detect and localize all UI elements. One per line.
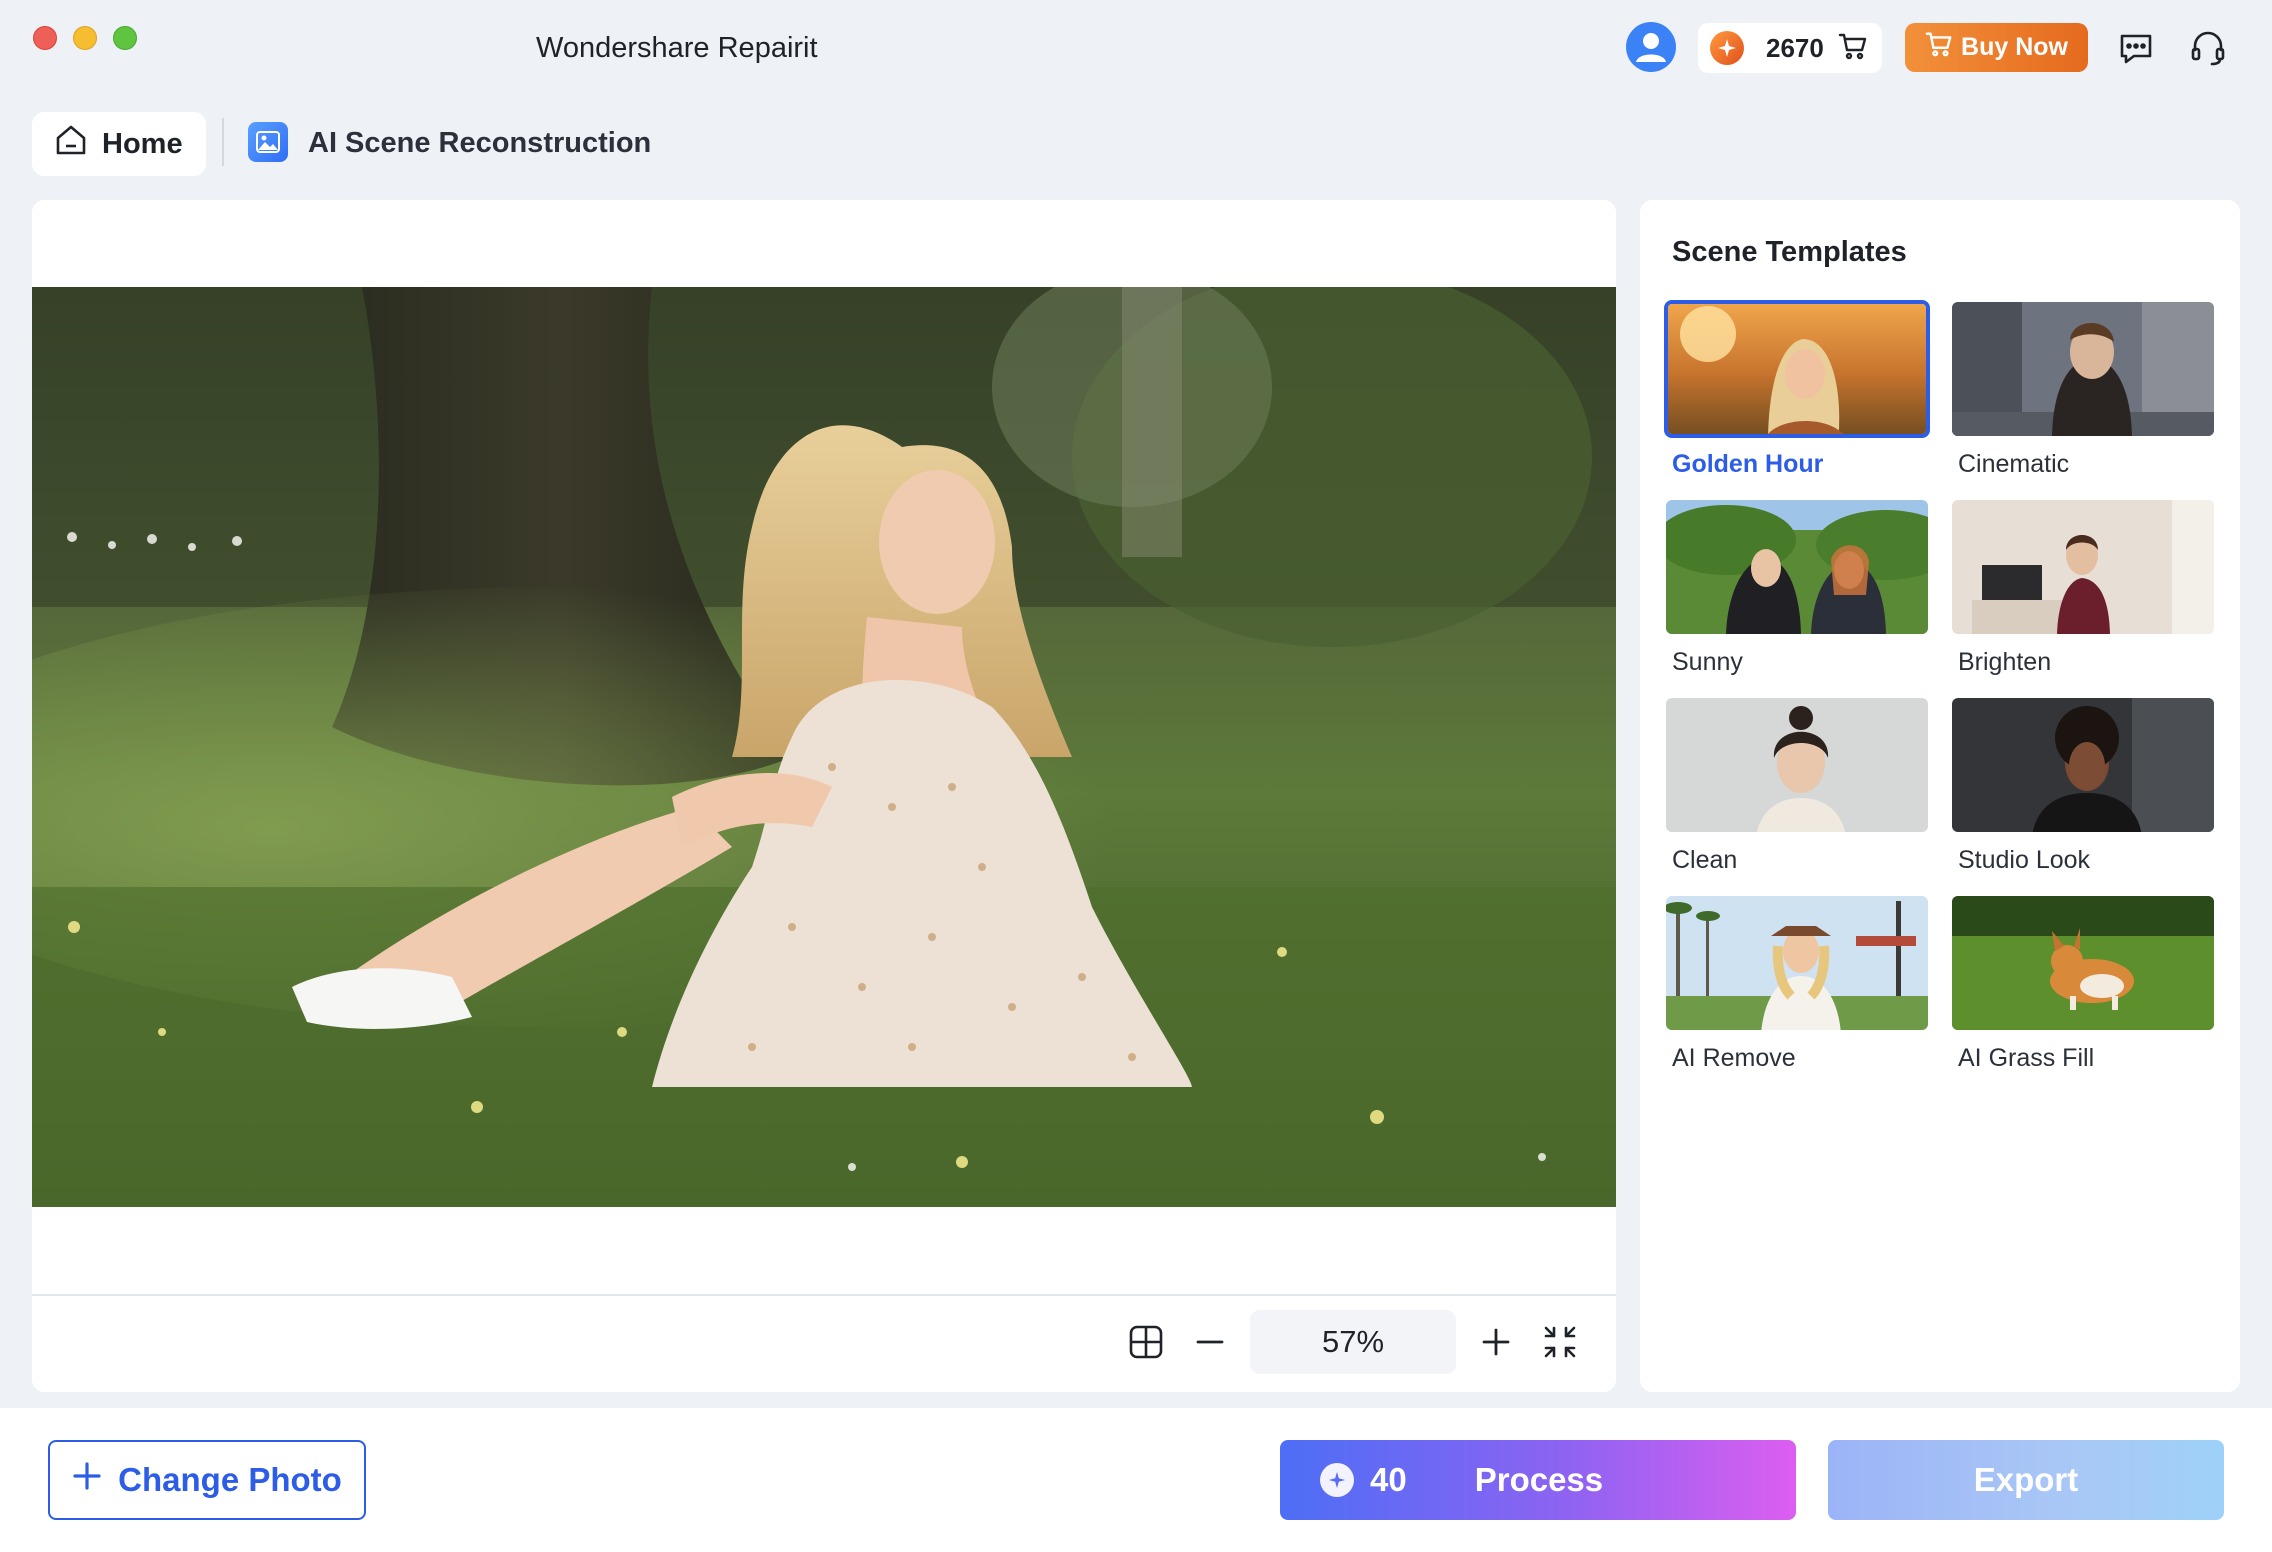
template-thumbnail [1950,894,2216,1032]
template-thumbnail [1950,696,2216,834]
template-ai-grass-fill[interactable]: AI Grass Fill [1950,894,2216,1073]
template-label: Clean [1672,846,1738,874]
credit-balance[interactable]: 2670 [1698,23,1882,73]
template-label: Studio Look [1958,846,2091,874]
template-label: AI Remove [1672,1044,1796,1072]
template-thumbnail [1950,300,2216,438]
page-title: AI Scene Reconstruction [308,127,652,159]
export-button[interactable]: Export [1828,1440,2224,1520]
canvas-divider [32,1294,1616,1296]
template-label: Golden Hour [1672,450,1824,478]
compare-view-icon[interactable] [1124,1320,1168,1364]
template-label: Sunny [1672,648,1743,676]
scene-templates-panel: Scene Templates Golden Hour Cinematic Su… [1640,200,2240,1392]
title-bar: Wondershare Repairit 2670 Buy Now [0,0,2272,100]
change-photo-label: Change Photo [118,1461,342,1498]
template-thumbnail [1950,498,2216,636]
user-avatar-icon[interactable] [1626,22,1676,72]
panel-title: Scene Templates [1672,236,1907,268]
template-brighten[interactable]: Brighten [1950,498,2216,677]
window-minimize-button[interactable] [73,26,97,50]
buy-now-label: Buy Now [1961,33,2068,61]
preview-canvas: 57% [32,200,1616,1392]
window-maximize-button[interactable] [113,26,137,50]
process-label: Process [1474,1461,1604,1498]
template-thumbnail [1664,498,1930,636]
window-close-button[interactable] [33,26,57,50]
template-clean[interactable]: Clean [1664,696,1930,875]
template-label: Brighten [1958,648,2052,676]
cart-icon[interactable] [1838,31,1868,66]
bottom-action-bar: Change Photo 40 Process Export [0,1408,2272,1552]
chat-icon[interactable] [2114,26,2158,70]
template-label: AI Grass Fill [1958,1044,2095,1072]
credit-coin-icon [1710,31,1744,65]
process-button[interactable]: 40 Process [1280,1440,1796,1520]
template-thumbnail [1664,300,1930,438]
credit-count: 2670 [1766,32,1824,63]
cart-icon [1925,30,1953,65]
template-sunny[interactable]: Sunny [1664,498,1930,677]
template-label: Cinematic [1958,450,2070,478]
template-thumbnail [1664,696,1930,834]
zoom-out-icon[interactable] [1188,1320,1232,1364]
home-icon [54,123,88,165]
zoom-level: 57% [1250,1310,1456,1374]
zoom-in-icon[interactable] [1474,1320,1518,1364]
buy-now-button[interactable]: Buy Now [1905,23,2088,72]
headset-support-icon[interactable] [2186,26,2230,70]
template-golden-hour[interactable]: Golden Hour [1664,300,1930,479]
fit-screen-icon[interactable] [1538,1320,1582,1364]
template-thumbnail [1664,894,1930,1032]
home-label: Home [102,127,183,160]
template-studio-look[interactable]: Studio Look [1950,696,2216,875]
template-cinematic[interactable]: Cinematic [1950,300,2216,479]
preview-photo[interactable] [32,287,1616,1207]
template-ai-remove[interactable]: AI Remove [1664,894,1930,1073]
breadcrumb-divider [222,118,224,166]
image-icon [248,122,288,162]
change-photo-button[interactable]: Change Photo [48,1440,366,1520]
credit-coin-icon [1320,1463,1354,1497]
app-title: Wondershare Repairit [536,32,818,64]
home-tab[interactable]: Home [32,112,206,176]
process-credit-cost: 40 [1370,1461,1407,1498]
plus-icon [72,1461,102,1499]
